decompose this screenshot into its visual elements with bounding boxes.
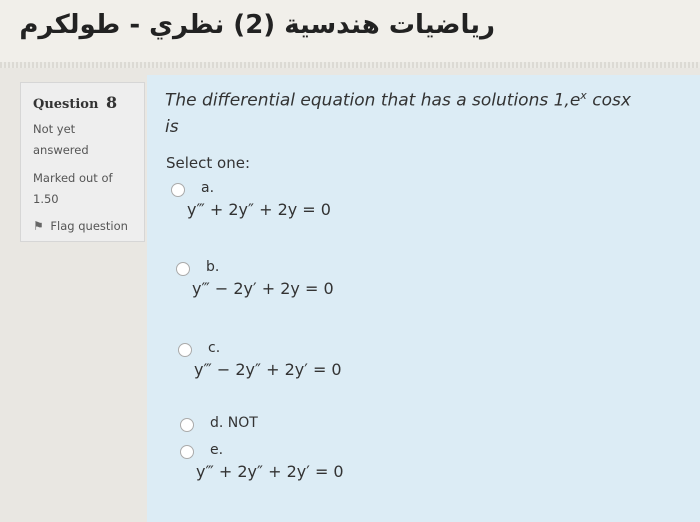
question-text-main: The differential equation that has a sol… — [165, 90, 581, 111]
radio-button-a[interactable] — [171, 183, 185, 197]
question-text: The differential equation that has a sol… — [165, 83, 685, 140]
radio-button-c[interactable] — [178, 343, 192, 357]
option-a-equation: y‴ + 2y″ + 2y = 0 — [187, 200, 331, 219]
flag-question-link[interactable]: ⚑ Flag question — [33, 219, 128, 233]
page-title: رياضيات هندسية (2) نظري - طولكرم — [19, 10, 495, 40]
question-state: Not yet answered — [33, 122, 89, 157]
option-a-letter: a. — [201, 180, 215, 196]
page-header: رياضيات هندسية (2) نظري - طولكرم — [0, 0, 700, 62]
flag-question-label: Flag question — [50, 219, 128, 233]
question-grade: Marked out of 1.50 — [33, 171, 113, 206]
radio-button-e[interactable] — [180, 445, 194, 459]
flag-icon: ⚑ — [33, 219, 44, 233]
header-divider — [0, 62, 700, 68]
option-e-letter: e. — [210, 442, 224, 458]
question-text-end: cosx — [586, 90, 631, 111]
question-info-panel: Question 8 Not yet answered Marked out o… — [20, 82, 145, 242]
question-label-text: Question — [33, 97, 99, 112]
question-content: The differential equation that has a sol… — [147, 75, 700, 522]
select-prompt: Select one: — [166, 154, 251, 172]
option-b-equation: y‴ − 2y′ + 2y = 0 — [192, 279, 334, 298]
radio-button-d[interactable] — [180, 418, 194, 432]
option-c-equation: y‴ − 2y″ + 2y′ = 0 — [194, 360, 342, 379]
option-d-letter: d. NOT — [210, 415, 258, 431]
radio-button-b[interactable] — [176, 262, 190, 276]
question-text-line2: is — [165, 116, 179, 137]
question-number: 8 — [105, 93, 118, 112]
question-label: Question 8 — [33, 93, 117, 112]
option-c-letter: c. — [208, 340, 221, 356]
option-e-equation: y‴ + 2y″ + 2y′ = 0 — [196, 462, 344, 481]
option-b-letter: b. — [206, 259, 220, 275]
